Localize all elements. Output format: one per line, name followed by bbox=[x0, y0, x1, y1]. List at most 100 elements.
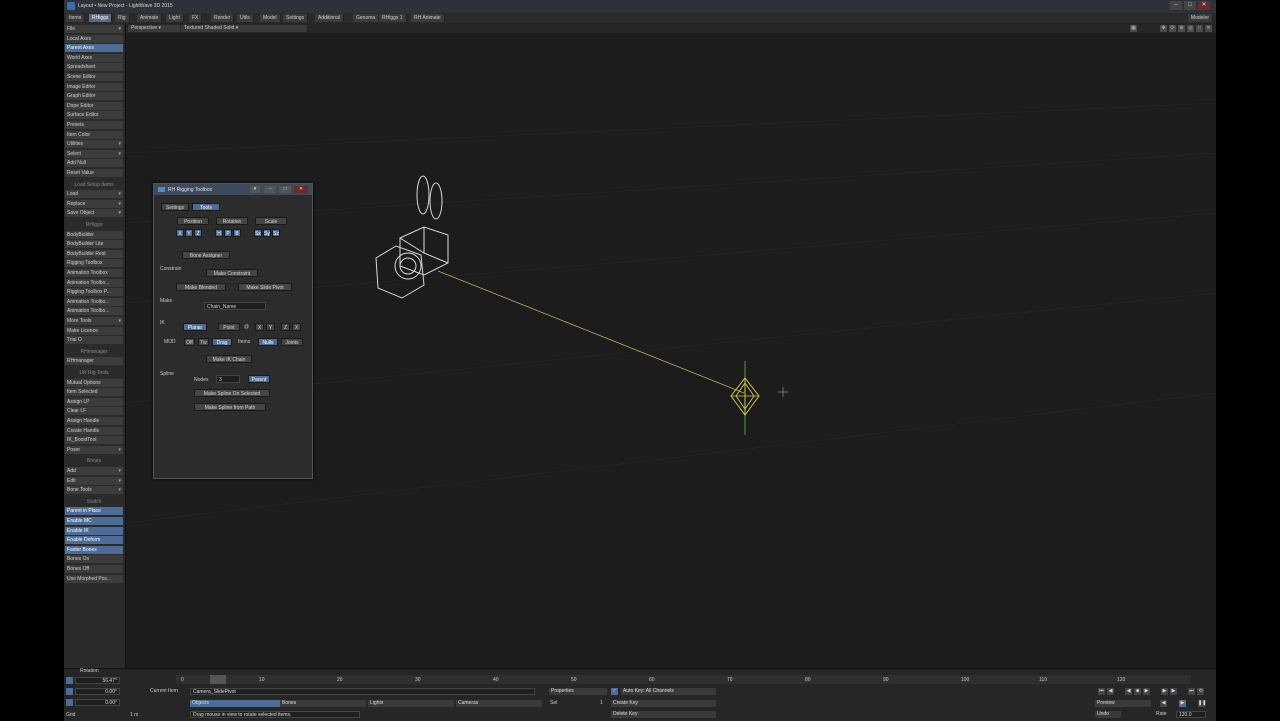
ik-axis-1-button[interactable]: Y bbox=[266, 323, 275, 331]
step-back-icon[interactable]: ◀ bbox=[1107, 688, 1114, 695]
sidebar-item-edit[interactable]: Edit ▾ bbox=[65, 476, 123, 485]
menu-tab-items[interactable]: Items bbox=[66, 14, 86, 22]
play-back-icon[interactable]: ◀ bbox=[1160, 700, 1167, 707]
ik-axis-2-button[interactable]: Z bbox=[281, 323, 290, 331]
rotation-button[interactable]: Rotation bbox=[216, 217, 248, 225]
menu-tab-rhiggs[interactable]: RHiggs bbox=[89, 14, 113, 22]
menu-tab-genoma[interactable]: Genoma bbox=[353, 14, 380, 22]
panel-close-icon[interactable]: ✕ bbox=[294, 186, 308, 193]
loop-icon[interactable]: ⟲ bbox=[1197, 688, 1204, 695]
tab-tools[interactable]: Tools bbox=[192, 203, 220, 211]
sidebar-item-make-licence[interactable]: Make Licence bbox=[65, 326, 123, 335]
close-icon[interactable]: ✕ bbox=[1198, 1, 1210, 10]
make-ik-chain-button[interactable]: Make IK Chain bbox=[206, 355, 252, 363]
sidebar-item-animation-toolbo[interactable]: Animation Toolbo... bbox=[65, 278, 123, 287]
center-view-icon[interactable]: ◎ bbox=[1187, 25, 1194, 32]
sidebar-item-item-color[interactable]: Item Color bbox=[65, 130, 123, 139]
shading-dropdown[interactable]: Textured Shaded Solid ▾ bbox=[181, 25, 307, 32]
axis-button-sz[interactable]: Sz bbox=[272, 229, 280, 237]
properties-button[interactable]: Properties bbox=[549, 688, 607, 695]
current-item-dropdown[interactable]: Camera_SlidePivot bbox=[190, 688, 535, 695]
sidebar-item-file[interactable]: File ▾ bbox=[65, 25, 123, 33]
preview-dropdown[interactable]: Preview bbox=[1095, 700, 1151, 707]
items-nulls-button[interactable]: Nulls bbox=[258, 338, 278, 346]
sidebar-item-add[interactable]: Add ▾ bbox=[65, 467, 123, 475]
ik-axis-3-button[interactable]: X bbox=[292, 323, 301, 331]
ik-planar-button[interactable]: Planar bbox=[183, 323, 207, 331]
axis-button-h[interactable]: H bbox=[215, 229, 223, 237]
menu-tab-utils[interactable]: Utils bbox=[237, 14, 254, 22]
sidebar-item-bodybuilder-lite[interactable]: BodyBuilder Lite bbox=[65, 240, 123, 249]
auto-key-checkbox[interactable]: ✓ bbox=[611, 688, 618, 695]
sidebar-item-poser[interactable]: Poser ▾ bbox=[65, 445, 123, 454]
sidebar-item-local-axes[interactable]: Local Axes bbox=[65, 34, 123, 43]
sidebar-item-parent-in-place[interactable]: Parent in Place bbox=[65, 507, 123, 516]
sidebar-item-spreadsheet[interactable]: Spreadsheet bbox=[65, 63, 123, 72]
menu-tab-light[interactable]: Light bbox=[166, 14, 184, 22]
sidebar-item-surface-editor[interactable]: Surface Editor bbox=[65, 111, 123, 120]
close-view-icon[interactable]: ✕ bbox=[1205, 25, 1212, 32]
sidebar-item-bones-off[interactable]: Bones Off bbox=[65, 565, 123, 573]
create-key-button[interactable]: Create Key bbox=[611, 700, 716, 707]
sidebar-item-assign-lp[interactable]: Assign LP bbox=[65, 397, 123, 406]
sidebar-item-bones-on[interactable]: Bones On bbox=[65, 555, 123, 564]
sidebar-item-animation-toolbox[interactable]: Animation Toolbox bbox=[65, 269, 123, 277]
sidebar-item-reset-value[interactable]: Reset Value bbox=[65, 169, 123, 177]
make-spline-path-button[interactable]: Make Spline from Path bbox=[194, 403, 266, 411]
mod-off-button[interactable]: Off bbox=[184, 338, 195, 346]
panel-menu-icon[interactable]: ▾ bbox=[250, 186, 260, 193]
ik-axis-0-button[interactable]: X bbox=[255, 323, 264, 331]
tab-settings[interactable]: Settings bbox=[161, 203, 189, 211]
view-mode-dropdown[interactable]: Perspective ▾ bbox=[128, 25, 180, 32]
viewport-layout-icon[interactable]: ▦ bbox=[1130, 25, 1137, 32]
panel-minimize-icon[interactable]: – bbox=[264, 186, 276, 193]
sidebar-item-graph-editor[interactable]: Graph Editor bbox=[65, 92, 123, 101]
sidebar-item-rhmanager[interactable]: RHmanager bbox=[65, 357, 123, 366]
sidebar-item-enable-ik[interactable]: Enable IK bbox=[65, 526, 123, 535]
chain-name-input[interactable]: Chain_Name bbox=[204, 302, 266, 310]
sidebar-item-world-axes[interactable]: World Axes bbox=[65, 53, 123, 62]
axis-button-sy[interactable]: Sy bbox=[263, 229, 271, 237]
items-joints-button[interactable]: Joints bbox=[281, 338, 303, 346]
parent-button[interactable]: Parent bbox=[248, 375, 270, 383]
sidebar-item-rigging-toolbox[interactable]: Rigging Toolbox bbox=[65, 259, 123, 268]
axis-button-b[interactable]: B bbox=[233, 229, 241, 237]
sidebar-item-create-handle[interactable]: Create Handle bbox=[65, 426, 123, 435]
menu-tab-model[interactable]: Model bbox=[260, 14, 281, 22]
menu-tab-animate[interactable]: Animate bbox=[137, 14, 163, 22]
rotate-view-icon[interactable]: ⟳ bbox=[1169, 25, 1176, 32]
menu-tab-settings[interactable]: Settings bbox=[283, 14, 309, 22]
axis-button-p[interactable]: P bbox=[224, 229, 232, 237]
channel-toggle-icon[interactable] bbox=[66, 699, 73, 706]
prev-key-icon[interactable]: ◀ bbox=[1125, 688, 1132, 695]
sidebar-item-use-morphed-pos[interactable]: Use Morphed Pos... bbox=[65, 574, 123, 583]
sidebar-item-more-tools[interactable]: More Tools ▾ bbox=[65, 317, 123, 325]
make-spline-selected-button[interactable]: Make Spline On Selected bbox=[194, 389, 270, 397]
auto-key-dropdown[interactable]: Auto Key: All Channels bbox=[621, 688, 716, 695]
lights-button[interactable]: Lights bbox=[368, 700, 454, 707]
move-view-icon[interactable]: ✥ bbox=[1160, 25, 1167, 32]
go-start-icon[interactable]: ⏮ bbox=[1098, 688, 1105, 695]
sidebar-item-enable-deform[interactable]: Enable Deform bbox=[65, 536, 123, 545]
sidebar-item-parent-axes[interactable]: Parent Axes bbox=[65, 44, 123, 53]
rotation-p-value[interactable]: 0.00° bbox=[75, 688, 120, 695]
axis-button-x[interactable]: X bbox=[176, 229, 184, 237]
panel-titlebar[interactable]: RH Rigging Toolbox ▾ – □ ✕ bbox=[154, 184, 312, 195]
minimize-icon[interactable]: – bbox=[1170, 1, 1182, 10]
position-button[interactable]: Position bbox=[177, 217, 209, 225]
menu-tab-fx[interactable]: FX bbox=[189, 14, 203, 22]
sidebar-item-clear-lf[interactable]: Clear LF bbox=[65, 407, 123, 416]
bone-assigner-button[interactable]: Bone Assigner bbox=[182, 251, 230, 259]
undo-button[interactable]: Undo bbox=[1095, 711, 1121, 718]
channel-toggle-icon[interactable] bbox=[66, 688, 73, 695]
slide-pivot-null[interactable] bbox=[730, 361, 760, 435]
rotation-b-value[interactable]: 0.00° bbox=[75, 699, 120, 706]
bones-button[interactable]: Bones bbox=[280, 700, 366, 707]
sidebar-item-save-object[interactable]: Save Object ▾ bbox=[65, 209, 123, 218]
menu-tab-rhiggs-1[interactable]: RHiggs 1 bbox=[379, 14, 407, 22]
maximize-icon[interactable]: □ bbox=[1184, 1, 1196, 10]
time-slider-handle[interactable] bbox=[210, 675, 226, 684]
play-forward-icon[interactable]: ▶ bbox=[1179, 700, 1186, 707]
sidebar-item-mutual-options[interactable]: Mutual Options bbox=[65, 378, 123, 387]
next-key-icon[interactable]: ▶ bbox=[1161, 688, 1168, 695]
